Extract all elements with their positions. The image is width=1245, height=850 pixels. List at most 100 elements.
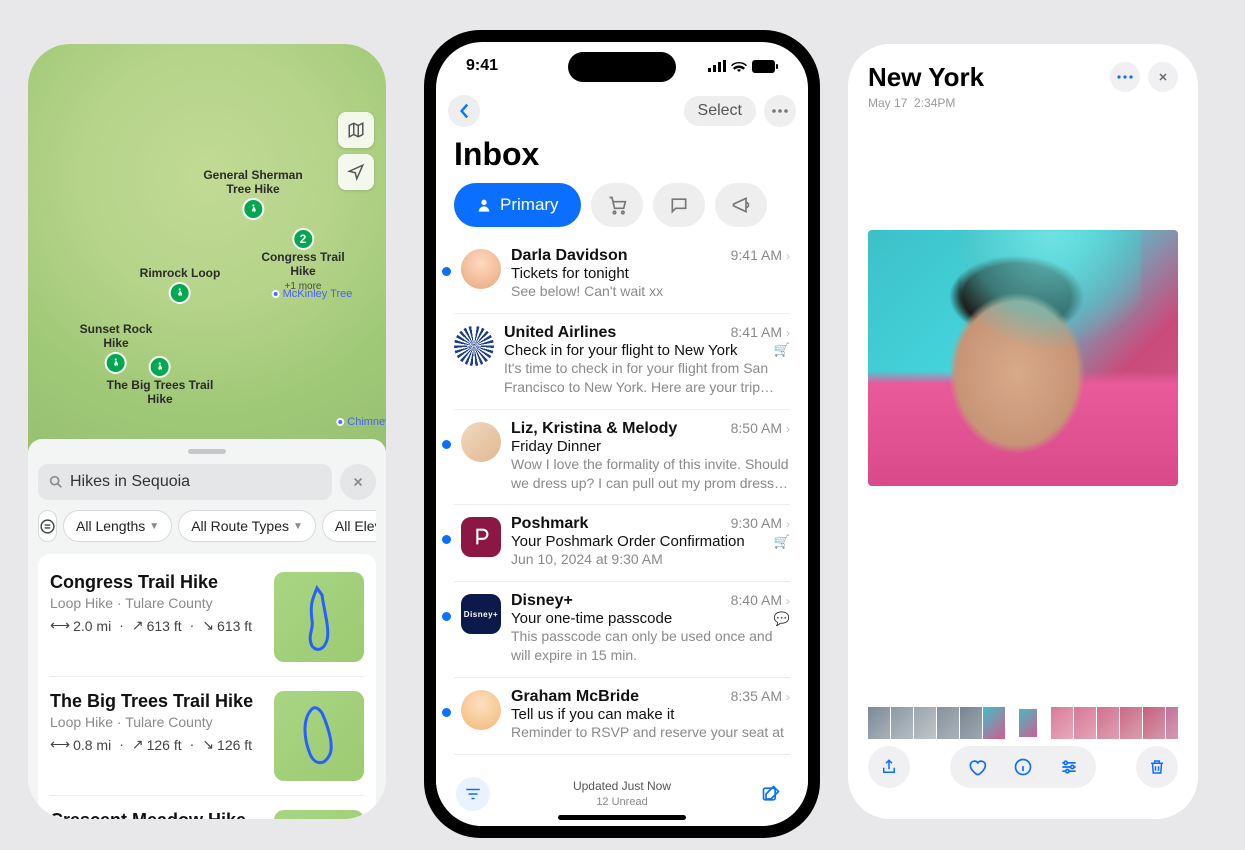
sender-name: Liz, Kristina & Melody: [511, 420, 677, 438]
poi-label-2: Hike: [290, 264, 315, 278]
map-poi[interactable]: The Big Trees Trail Hike: [107, 354, 214, 406]
stat-distance: 2.0 mi: [73, 618, 111, 634]
compose-button[interactable]: [754, 777, 788, 811]
nav-bar: Select: [436, 90, 808, 132]
signal-icon: [708, 60, 726, 72]
message-subject: Your Poshmark Order Confirmation: [511, 533, 745, 550]
thumbnail[interactable]: [1097, 707, 1119, 739]
message-preview: It's time to check in for your flight fr…: [504, 359, 790, 397]
thumbnail[interactable]: [1051, 707, 1073, 739]
home-indicator: [558, 815, 686, 820]
tab-promotions[interactable]: [715, 183, 767, 227]
filter-label: All Elev: [335, 518, 376, 534]
category-tag-icon: 🛒: [774, 342, 790, 358]
avatar: [461, 249, 501, 289]
tab-primary[interactable]: Primary: [454, 183, 581, 227]
filter-route-type[interactable]: All Route Types▼: [178, 510, 316, 542]
message-time: 8:41 AM: [731, 324, 782, 340]
more-options-button[interactable]: [1110, 62, 1140, 92]
share-button[interactable]: [868, 746, 910, 788]
thumbnail[interactable]: [1074, 707, 1096, 739]
message-item[interactable]: Graham McBride8:35 AM› Tell us if you ca…: [454, 678, 790, 755]
select-button[interactable]: Select: [684, 96, 756, 126]
message-item[interactable]: United Airlines8:41 AM› Check in for you…: [454, 314, 790, 410]
message-subject: Tickets for tonight: [511, 265, 629, 282]
unread-indicator: [442, 535, 451, 544]
result-title: The Big Trees Trail Hike: [50, 691, 264, 712]
filter-elevation[interactable]: All Elev: [322, 510, 376, 542]
filter-options-button[interactable]: [38, 510, 57, 542]
descend-icon: ↘: [202, 736, 214, 753]
thumbnail[interactable]: [1166, 707, 1178, 739]
results-list[interactable]: Congress Trail Hike Loop Hike · Tulare C…: [38, 554, 376, 819]
filter-button[interactable]: [456, 777, 490, 811]
result-item[interactable]: Crescent Meadow Hike: [50, 795, 364, 819]
locate-me-button[interactable]: [338, 154, 374, 190]
search-sheet[interactable]: Hikes in Sequoia All Lengths▼ All Route …: [28, 439, 386, 819]
map-style-button[interactable]: [338, 112, 374, 148]
thumbnail[interactable]: [983, 707, 1005, 739]
adjust-button[interactable]: [1046, 746, 1092, 788]
category-tag-icon: 🛒: [774, 534, 790, 550]
message-list[interactable]: Darla Davidson9:41 AM› Tickets for tonig…: [436, 237, 808, 755]
result-item[interactable]: The Big Trees Trail Hike Loop Hike · Tul…: [50, 676, 364, 795]
category-tabs: Primary: [436, 183, 808, 237]
chevron-right-icon: ›: [786, 594, 790, 608]
descend-icon: ↘: [202, 617, 214, 634]
chevron-right-icon: ›: [786, 422, 790, 436]
status-line1: Updated Just Now: [573, 779, 671, 795]
status-line2: 12 Unread: [573, 795, 671, 809]
tab-updates[interactable]: [653, 183, 705, 227]
sender-name: Poshmark: [511, 515, 588, 533]
filter-chips: All Lengths▼ All Route Types▼ All Elev: [38, 510, 376, 542]
poi-label: Rimrock Loop: [140, 266, 221, 280]
delete-button[interactable]: [1136, 746, 1178, 788]
thumbnail-active[interactable]: [1017, 707, 1039, 739]
map-poi[interactable]: 2 Congress Trail Hike +1 more: [261, 226, 344, 292]
close-button[interactable]: [1148, 62, 1178, 92]
thumbnail[interactable]: [1143, 707, 1165, 739]
tab-transactions[interactable]: [591, 183, 643, 227]
filter-length[interactable]: All Lengths▼: [63, 510, 172, 542]
message-subject: Your one-time passcode: [511, 610, 672, 627]
map-label-text: Chimney Tree: [347, 416, 386, 428]
message-item[interactable]: Darla Davidson9:41 AM› Tickets for tonig…: [454, 237, 790, 314]
clear-button[interactable]: [340, 464, 376, 500]
back-button[interactable]: [448, 95, 480, 127]
poi-label-2: Tree Hike: [226, 182, 279, 196]
thumbnail-strip[interactable]: [868, 707, 1178, 739]
ascend-icon: ↗: [132, 617, 144, 634]
poi-label: Sunset Rock: [80, 322, 153, 336]
message-time: 8:50 AM: [731, 420, 782, 436]
message-item[interactable]: Poshmark9:30 AM› Your Poshmark Order Con…: [454, 505, 790, 582]
favorite-button[interactable]: [954, 746, 1000, 788]
trail-thumbnail: [274, 572, 364, 662]
message-item[interactable]: Disney+ Disney+8:40 AM› Your one-time pa…: [454, 582, 790, 678]
info-button[interactable]: [1000, 746, 1046, 788]
stat-up: 126 ft: [147, 737, 182, 753]
phone-frame: 9:41 Select Inbox Primary: [424, 30, 820, 838]
map-dot-icon: [272, 290, 280, 298]
thumbnail[interactable]: [914, 707, 936, 739]
thumbnail[interactable]: [960, 707, 982, 739]
more-button[interactable]: [764, 95, 796, 127]
thumbnail[interactable]: [891, 707, 913, 739]
thumbnail[interactable]: [937, 707, 959, 739]
result-item[interactable]: Congress Trail Hike Loop Hike · Tulare C…: [50, 558, 364, 676]
map-poi[interactable]: General Sherman Tree Hike: [203, 168, 302, 220]
thumbnail[interactable]: [868, 707, 890, 739]
map-canvas[interactable]: General Sherman Tree Hike 2 Congress Tra…: [28, 44, 386, 484]
message-item[interactable]: Liz, Kristina & Melody8:50 AM› Friday Di…: [454, 410, 790, 506]
chevron-right-icon: ›: [786, 249, 790, 263]
photo-viewer[interactable]: [868, 230, 1178, 486]
result-title: Crescent Meadow Hike: [50, 810, 264, 819]
avatar: [461, 517, 501, 557]
mail-phone: 9:41 Select Inbox Primary: [436, 42, 808, 826]
map-poi[interactable]: Rimrock Loop: [140, 266, 221, 304]
poi-label: Congress Trail: [261, 250, 344, 264]
thumbnail[interactable]: [1120, 707, 1142, 739]
message-subject: Check in for your flight to New York: [504, 342, 737, 359]
sheet-grabber[interactable]: [188, 449, 226, 454]
poi-label: General Sherman: [203, 168, 302, 182]
search-input[interactable]: Hikes in Sequoia: [38, 464, 332, 500]
